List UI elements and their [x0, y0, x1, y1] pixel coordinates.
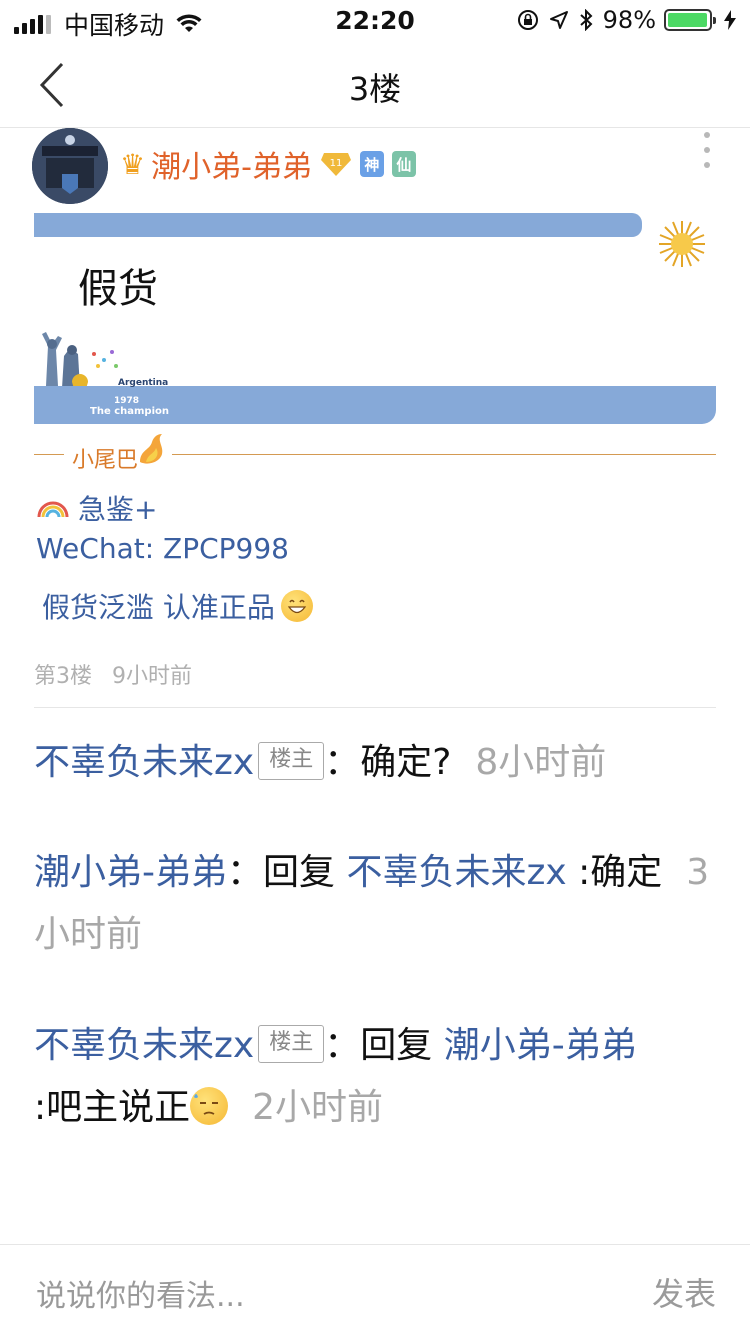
reply-item[interactable]: 不辜负未来zx 楼主 ：回复 潮小弟-弟弟 :吧主说正 2小时前	[34, 1015, 724, 1139]
page-title: 3楼	[348, 70, 402, 108]
rotation-lock-icon	[517, 9, 539, 31]
battery-percent: 98%	[602, 6, 656, 34]
crown-icon: ♛	[120, 147, 146, 181]
sweat-emoji-icon	[190, 1087, 229, 1125]
reply-prefix: 回复	[360, 1025, 433, 1066]
tail-line-1: 急鉴+	[36, 488, 157, 528]
post-bubble-banner	[34, 213, 642, 237]
reply-item[interactable]: 不辜负未来zx 楼主 ：确定? 8小时前	[34, 732, 724, 794]
louzhu-badge: 楼主	[258, 742, 325, 780]
post-content: 假货	[78, 266, 158, 312]
post-author-name[interactable]: 潮小弟-弟弟	[151, 142, 312, 186]
rainbow-icon	[37, 501, 69, 518]
reply-time: 2小时前	[252, 1087, 384, 1128]
signature-banner: AFA Argentina 1978 The champion	[34, 326, 716, 424]
more-options-icon[interactable]	[704, 132, 712, 168]
banner-year: 1978	[114, 396, 140, 406]
reply-colon: ：	[324, 1025, 361, 1066]
reply-time: 8小时前	[475, 742, 607, 783]
nav-bar: 3楼	[0, 40, 750, 128]
tail-flame-icon	[140, 434, 163, 464]
send-button[interactable]: 发表	[652, 1269, 716, 1315]
avatar[interactable]	[32, 128, 108, 204]
tail-label: 小尾巴	[72, 448, 139, 473]
post-time: 9小时前	[112, 664, 192, 689]
banner-country: Argentina	[118, 378, 169, 388]
tail-line-1-text: 急鉴+	[78, 493, 158, 526]
location-icon	[549, 10, 569, 30]
tail-line-3: 假货泛滥 认准正品	[42, 586, 313, 626]
reply-text: :吧主说正	[34, 1087, 191, 1128]
reply-author[interactable]: 不辜负未来zx	[34, 742, 254, 783]
level-badge-icon: 11	[320, 153, 351, 176]
reply-author[interactable]: 潮小弟-弟弟	[34, 852, 227, 893]
badge-shen: 神	[359, 151, 384, 177]
banner-caption: The champion	[90, 406, 169, 417]
badge-xian: 仙	[391, 151, 416, 177]
reply-text: 确定?	[360, 742, 452, 783]
reply-colon: ：	[227, 852, 264, 893]
reply-item[interactable]: 潮小弟-弟弟：回复 不辜负未来zx :确定 3小时前	[34, 842, 724, 966]
comment-bar: 说说你的看法... 发表	[0, 1244, 750, 1334]
divider	[34, 707, 716, 708]
level-number: 11	[330, 158, 343, 169]
reply-author[interactable]: 不辜负未来zx	[34, 1025, 254, 1066]
bluetooth-icon	[579, 9, 593, 31]
author-row: ♛ 潮小弟-弟弟 11 神 仙	[120, 146, 416, 185]
comment-input[interactable]: 说说你的看法...	[36, 1271, 245, 1315]
tail-header: 小尾巴	[34, 432, 716, 478]
post-meta: 第3楼 9小时前	[34, 658, 192, 690]
status-bar: 中国移动 22:20 98%	[0, 0, 750, 40]
reply-target[interactable]: 潮小弟-弟弟	[444, 1025, 637, 1066]
battery-icon	[664, 9, 716, 31]
sun-of-may-icon	[659, 221, 705, 267]
floor-number: 第3楼	[34, 664, 92, 689]
tail-line-2: WeChat: ZPCP998	[36, 532, 289, 565]
reply-colon: ：	[324, 742, 361, 783]
reply-target[interactable]: 不辜负未来zx	[346, 852, 566, 893]
reply-text: :确定	[578, 852, 663, 893]
louzhu-badge: 楼主	[258, 1025, 325, 1063]
tail-line-3-text: 假货泛滥 认准正品	[42, 591, 275, 624]
charging-icon	[724, 10, 736, 30]
grinning-emoji-icon	[280, 590, 313, 622]
reply-prefix: 回复	[263, 852, 336, 893]
